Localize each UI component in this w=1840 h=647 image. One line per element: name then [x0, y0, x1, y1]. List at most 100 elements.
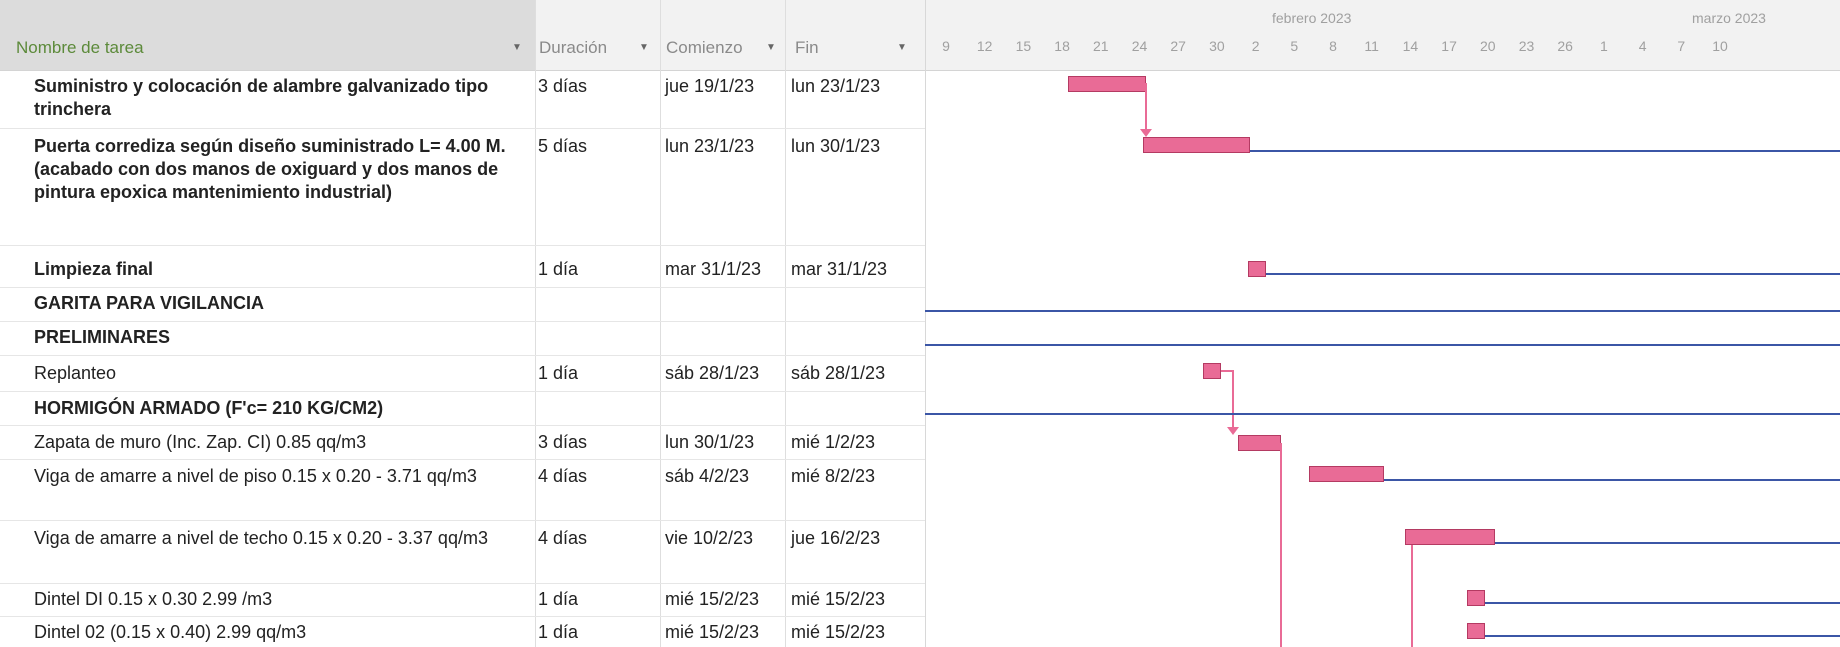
- chevron-down-icon[interactable]: ▼: [766, 42, 776, 53]
- dependency-arrow: [1227, 427, 1239, 435]
- dependency-arrow: [1140, 129, 1152, 137]
- task-start: mar 31/1/23: [665, 259, 762, 279]
- timeline-day-tick: 4: [1638, 38, 1647, 54]
- timeline-day-tick: 24: [1131, 38, 1148, 54]
- task-duration: 3 días: [538, 76, 588, 96]
- task-end: mar 31/1/23: [791, 259, 888, 279]
- timeline-day-tick: 1: [1599, 38, 1608, 54]
- task-end: lun 30/1/23: [791, 136, 881, 156]
- gantt-summary-line: [925, 310, 1840, 312]
- timeline-month-label: febrero 2023: [1272, 10, 1352, 26]
- gantt-task-bar[interactable]: [1405, 529, 1495, 545]
- task-duration: 5 días: [538, 136, 588, 156]
- timeline-day-tick: 14: [1402, 38, 1419, 54]
- task-duration: 1 día: [538, 589, 579, 609]
- task-duration: 1 día: [538, 363, 579, 383]
- timeline-day-tick: 10: [1712, 38, 1728, 54]
- chevron-down-icon[interactable]: ▼: [897, 42, 907, 53]
- gantt-slack-line: [1485, 635, 1840, 637]
- task-duration: 4 días: [538, 528, 588, 548]
- timeline-day-tick: 9: [942, 38, 950, 54]
- task-row[interactable]: Limpieza final 1 día mar 31/1/23 mar 31/…: [0, 246, 925, 288]
- gantt-slack-line: [1495, 542, 1840, 544]
- chevron-down-icon[interactable]: ▼: [512, 42, 522, 53]
- task-name: Viga de amarre a nivel de piso 0.15 x 0.…: [34, 466, 477, 486]
- start-header-label: Comienzo: [666, 38, 743, 57]
- task-start: vie 10/2/23: [665, 528, 754, 548]
- gantt-task-bar[interactable]: [1467, 590, 1485, 606]
- timeline-day-tick: 8: [1329, 38, 1337, 54]
- end-header-label: Fin: [795, 38, 819, 57]
- task-duration: 1 día: [538, 622, 579, 642]
- task-duration: 4 días: [538, 466, 588, 486]
- task-start: mié 15/2/23: [665, 589, 760, 609]
- task-end: mié 15/2/23: [791, 622, 886, 642]
- timeline-day-tick: 26: [1557, 38, 1573, 54]
- timeline-day-tick: 21: [1093, 38, 1109, 54]
- gantt-task-bar[interactable]: [1143, 137, 1250, 153]
- gantt-slack-line: [1250, 150, 1840, 152]
- gantt-summary-line: [925, 344, 1840, 346]
- task-start: sáb 28/1/23: [665, 363, 760, 383]
- task-row[interactable]: Dintel 02 (0.15 x 0.40) 2.99 qq/m3 1 día…: [0, 617, 925, 647]
- task-end: mié 8/2/23: [791, 466, 876, 486]
- timeline-day-tick: 18: [1054, 38, 1070, 54]
- task-duration: 3 días: [538, 432, 588, 452]
- duration-column-header[interactable]: Duración ▼: [535, 0, 660, 71]
- gantt-task-bar[interactable]: [1238, 435, 1281, 451]
- gantt-task-bar[interactable]: [1467, 623, 1485, 639]
- task-name: Replanteo: [34, 363, 117, 383]
- task-duration: 1 día: [538, 259, 579, 279]
- timeline-day-tick: 30: [1209, 38, 1225, 54]
- summary-task-row[interactable]: PRELIMINARES: [0, 322, 925, 356]
- task-row[interactable]: Suministro y colocación de alambre galva…: [0, 71, 925, 129]
- dependency-link: [1411, 539, 1413, 647]
- gantt-slack-line: [1485, 602, 1840, 604]
- task-column-header[interactable]: Nombre de tarea ▼: [0, 0, 535, 71]
- task-row[interactable]: Dintel DI 0.15 x 0.30 2.99 /m3 1 día mié…: [0, 584, 925, 617]
- task-name: Suministro y colocación de alambre galva…: [34, 76, 489, 119]
- timeline-day-tick: 7: [1677, 38, 1686, 54]
- timeline-day-tick: 12: [976, 38, 993, 54]
- gantt-task-bar[interactable]: [1068, 76, 1146, 92]
- task-name-header-label: Nombre de tarea: [16, 38, 144, 57]
- task-end: lun 23/1/23: [791, 76, 881, 96]
- start-column-header[interactable]: Comienzo ▼: [660, 0, 785, 71]
- task-start: jue 19/1/23: [665, 76, 755, 96]
- timeline-day-tick: 23: [1518, 38, 1535, 54]
- task-start: lun 30/1/23: [665, 432, 755, 452]
- task-row[interactable]: Viga de amarre a nivel de piso 0.15 x 0.…: [0, 460, 925, 521]
- timeline-day-tick: 20: [1480, 38, 1496, 54]
- timeline-day-tick: 27: [1170, 38, 1186, 54]
- task-start: lun 23/1/23: [665, 136, 755, 156]
- gantt-sheet: Nombre de tarea ▼ Duración ▼ Comienzo ▼ …: [0, 0, 1840, 647]
- summary-task-row[interactable]: HORMIGÓN ARMADO (F'c= 210 KG/CM2): [0, 392, 925, 426]
- task-row[interactable]: Replanteo 1 día sáb 28/1/23 sáb 28/1/23: [0, 356, 925, 392]
- gantt-slack-line: [1384, 479, 1840, 481]
- task-start: sáb 4/2/23: [665, 466, 750, 486]
- end-column-header[interactable]: Fin ▼: [785, 0, 925, 71]
- timeline-header: febrero 2023 marzo 2023 9 12 15 18 21 24 27 30 2…: [925, 0, 1840, 71]
- task-name: HORMIGÓN ARMADO (F'c= 210 KG/CM2): [34, 398, 384, 418]
- timeline-day-tick: 2: [1251, 38, 1260, 54]
- gantt-task-bar[interactable]: [1248, 261, 1266, 277]
- task-row[interactable]: Zapata de muro (Inc. Zap. CI) 0.85 qq/m3…: [0, 426, 925, 460]
- task-name: Viga de amarre a nivel de techo 0.15 x 0…: [34, 528, 488, 548]
- dependency-link: [1232, 370, 1234, 432]
- chevron-down-icon[interactable]: ▼: [639, 42, 649, 53]
- task-start: mié 15/2/23: [665, 622, 760, 642]
- gantt-task-bar[interactable]: [1203, 363, 1221, 379]
- task-name: Dintel 02 (0.15 x 0.40) 2.99 qq/m3: [34, 622, 307, 642]
- task-name: Dintel DI 0.15 x 0.30 2.99 /m3: [34, 589, 273, 609]
- task-row[interactable]: Viga de amarre a nivel de techo 0.15 x 0…: [0, 521, 925, 584]
- task-end: mié 15/2/23: [791, 589, 886, 609]
- task-row[interactable]: Puerta corrediza según diseño suministra…: [0, 129, 925, 246]
- gantt-summary-line: [925, 413, 1840, 415]
- dependency-link: [1280, 443, 1282, 647]
- dependency-link: [1145, 83, 1147, 133]
- timeline-day-tick: 17: [1441, 38, 1457, 54]
- task-name: Zapata de muro (Inc. Zap. CI) 0.85 qq/m3: [34, 432, 367, 452]
- summary-task-row[interactable]: GARITA PARA VIGILANCIA: [0, 288, 925, 322]
- gantt-task-bar[interactable]: [1309, 466, 1384, 482]
- timeline-day-tick: 5: [1290, 38, 1299, 54]
